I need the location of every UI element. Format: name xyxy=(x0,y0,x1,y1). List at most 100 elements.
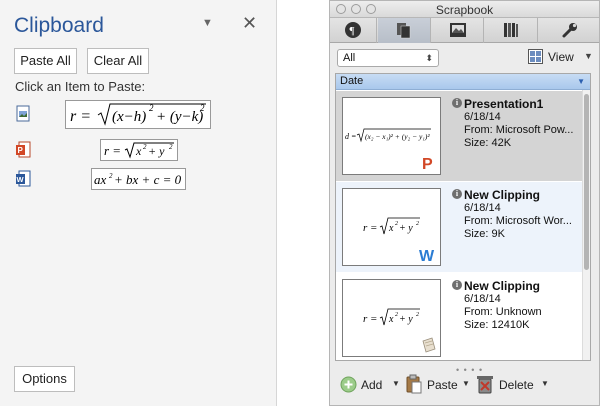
clipping-list-item[interactable]: d = (x₂ − x₁)² + (y₂ − y₁)² P i Presenta… xyxy=(336,91,583,181)
svg-text:2: 2 xyxy=(109,172,113,180)
clipping-name: Presentation1 xyxy=(464,97,544,111)
svg-text:¶: ¶ xyxy=(350,25,355,37)
delete-button[interactable]: Delete xyxy=(499,378,534,392)
clipboard-pane: Clipboard ▼ ✕ Paste All Clear All Click … xyxy=(0,0,277,406)
library-icon xyxy=(504,23,518,37)
svg-text:2: 2 xyxy=(395,312,398,318)
add-icon[interactable] xyxy=(340,376,357,393)
svg-text:P: P xyxy=(18,146,24,155)
tab-library[interactable] xyxy=(485,18,538,43)
clipboard-item-preview: r = (x−h) 2 + (y−k) 2 xyxy=(65,100,211,129)
svg-text:x: x xyxy=(135,144,142,158)
info-icon[interactable]: i xyxy=(452,280,462,290)
clipping-size: Size: 9K xyxy=(464,228,505,240)
paste-icon[interactable] xyxy=(405,374,423,394)
svg-text:x: x xyxy=(388,314,394,325)
bottom-toolbar: Add ▼ Paste ▼ Delete ▼ xyxy=(330,372,599,396)
powerpoint-icon: P xyxy=(420,154,437,171)
add-dropdown-arrow-icon[interactable]: ▼ xyxy=(392,379,400,388)
formula-preview: ax 2 + bx + c = 0 xyxy=(94,172,182,187)
image-clip-icon xyxy=(16,105,30,122)
clipboard-item[interactable]: W ax 2 + bx + c = 0 xyxy=(0,165,277,193)
tab-tools[interactable] xyxy=(539,18,600,43)
clipping-thumbnail: r = x 2 + y 2 W xyxy=(342,188,441,266)
clipping-date: 6/18/14 xyxy=(464,202,501,214)
clipping-list-item[interactable]: r = x 2 + y 2 i New Clipping 6/18/14 Fro… xyxy=(336,273,583,360)
window-title: Scrapbook xyxy=(435,3,494,17)
clippings-tab-icon: ¶ xyxy=(345,22,361,38)
date-column-label: Date xyxy=(340,75,364,87)
paste-all-button[interactable]: Paste All xyxy=(14,48,77,74)
options-button[interactable]: Options xyxy=(14,366,75,392)
clear-all-button[interactable]: Clear All xyxy=(87,48,149,74)
clipping-date: 6/18/14 xyxy=(464,293,501,305)
multiple-clips-icon xyxy=(397,23,411,39)
view-dropdown-arrow-icon[interactable]: ▼ xyxy=(584,51,593,61)
clipboard-item[interactable]: P r = x 2 + y 2 xyxy=(0,136,277,164)
svg-text:+ y: + y xyxy=(399,314,413,325)
svg-text:2: 2 xyxy=(149,103,154,113)
clipboard-item[interactable]: r = (x−h) 2 + (y−k) 2 xyxy=(0,100,277,129)
word-icon: W xyxy=(419,248,435,262)
clipping-thumbnail: d = (x₂ − x₁)² + (y₂ − y₁)² P xyxy=(342,97,441,175)
trash-delete-icon[interactable] xyxy=(476,374,494,394)
svg-text:+ y: + y xyxy=(148,144,165,158)
clipping-thumbnail: r = x 2 + y 2 xyxy=(342,279,441,357)
close-icon[interactable]: ✕ xyxy=(242,13,257,34)
clipping-name: New Clipping xyxy=(464,188,540,202)
date-column-header[interactable]: Date ▼ xyxy=(336,74,590,90)
svg-text:2: 2 xyxy=(143,143,147,151)
clipboard-item-preview: ax 2 + bx + c = 0 xyxy=(91,168,186,190)
tab-clippings[interactable]: ¶ xyxy=(330,18,377,43)
clipping-size: Size: 12410K xyxy=(464,319,530,331)
category-filter-select[interactable]: All ⬍ xyxy=(337,49,439,67)
add-button[interactable]: Add xyxy=(361,378,382,392)
clipping-name: New Clipping xyxy=(464,279,540,293)
category-filter-value: All xyxy=(343,52,356,64)
svg-text:r =: r = xyxy=(363,313,377,325)
svg-text:2: 2 xyxy=(416,312,419,318)
svg-text:(x−h): (x−h) xyxy=(112,109,146,125)
delete-dropdown-arrow-icon[interactable]: ▼ xyxy=(541,379,549,388)
updown-arrow-icon: ⬍ xyxy=(425,53,433,63)
scrapbook-window: Scrapbook ¶ All ⬍ View ▼ Date ▼ d = (x₂ … xyxy=(329,0,600,406)
view-grid-icon[interactable] xyxy=(528,49,543,64)
svg-text:+ y: + y xyxy=(399,223,413,234)
tab-multiple-clips[interactable] xyxy=(378,18,431,43)
powerpoint-clip-icon: P xyxy=(16,141,31,158)
clipping-date: 6/18/14 xyxy=(464,111,501,123)
filter-bar: All ⬍ View ▼ xyxy=(330,44,599,72)
svg-text:W: W xyxy=(419,248,435,262)
svg-text:(x₂ − x₁)² + (y₂ − y₁)²: (x₂ − x₁)² + (y₂ − y₁)² xyxy=(365,132,430,141)
svg-text:2: 2 xyxy=(395,221,398,227)
pane-options-chevron-icon[interactable]: ▼ xyxy=(202,17,213,29)
svg-text:2: 2 xyxy=(416,221,419,227)
paste-button[interactable]: Paste xyxy=(427,378,458,392)
clipping-list-item[interactable]: r = x 2 + y 2 W i New Clipping 6/18/14 F… xyxy=(336,182,583,272)
scrollbar-thumb[interactable] xyxy=(584,94,589,270)
vertical-scrollbar[interactable] xyxy=(582,90,590,360)
clipboard-title: Clipboard xyxy=(14,14,104,37)
formula-preview: r = x 2 + y 2 xyxy=(104,142,174,159)
svg-text:r =: r = xyxy=(363,222,377,234)
clipping-list: Date ▼ d = (x₂ − x₁)² + (y₂ − y₁)² P i P… xyxy=(335,73,591,361)
svg-text:r =: r = xyxy=(104,143,121,158)
clipboard-instruction: Click an Item to Paste: xyxy=(15,79,146,94)
title-bar[interactable]: Scrapbook xyxy=(330,1,599,18)
sort-descending-icon: ▼ xyxy=(577,77,585,86)
clipping-size: Size: 42K xyxy=(464,137,512,149)
view-menu-label[interactable]: View xyxy=(548,50,574,64)
svg-text:ax: ax xyxy=(94,172,107,187)
clipping-source: From: Unknown xyxy=(464,306,542,318)
svg-text:+ bx + c = 0: + bx + c = 0 xyxy=(114,172,182,187)
word-clip-icon: W xyxy=(16,170,31,187)
paste-dropdown-arrow-icon[interactable]: ▼ xyxy=(462,379,470,388)
tab-images[interactable] xyxy=(432,18,484,43)
svg-text:2: 2 xyxy=(200,103,205,113)
svg-text:2: 2 xyxy=(169,143,173,151)
wrench-icon xyxy=(562,23,577,38)
svg-text:P: P xyxy=(422,156,433,171)
info-icon[interactable]: i xyxy=(452,189,462,199)
svg-text:+ (y−k): + (y−k) xyxy=(156,109,203,125)
info-icon[interactable]: i xyxy=(452,98,462,108)
